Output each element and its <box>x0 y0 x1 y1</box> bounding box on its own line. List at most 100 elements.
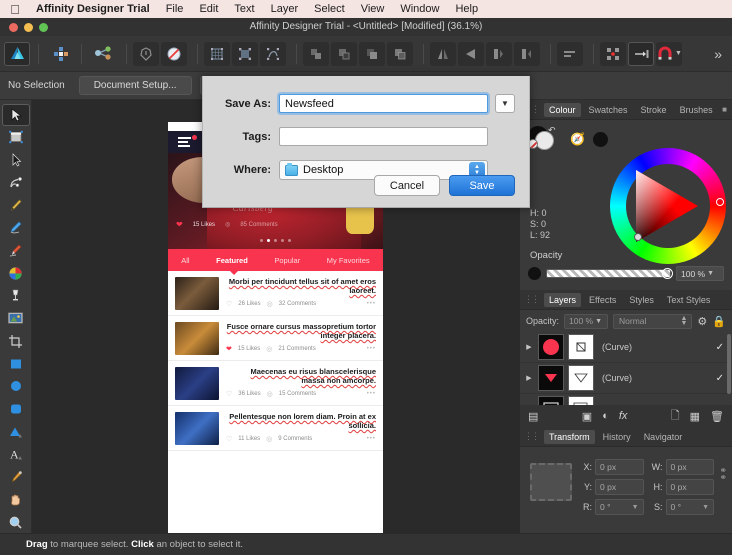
anchor-proxy-icon[interactable] <box>530 463 572 501</box>
fill-tool[interactable] <box>2 262 30 284</box>
save-as-input[interactable]: Newsfeed <box>279 94 488 113</box>
layer-list[interactable]: ▶ (Curve) ✓ ▶ (Curve) ✓ <box>520 332 732 405</box>
menu-item-view[interactable]: View <box>353 0 393 18</box>
toolbar-overflow-button[interactable]: » <box>708 46 728 62</box>
corner-tool[interactable] <box>2 172 30 194</box>
boolean-add[interactable] <box>303 41 329 66</box>
adjustment-layer-icon[interactable]: ▣ <box>582 410 592 423</box>
tab-colour[interactable]: Colour <box>544 102 581 117</box>
delete-layer-icon[interactable]: 🗑 <box>710 410 724 423</box>
menu-item-select[interactable]: Select <box>306 0 353 18</box>
save-button[interactable]: Save <box>449 175 515 196</box>
artboard-tool[interactable] <box>2 127 30 149</box>
fill-stroke-swatches[interactable]: ↶ <box>528 125 562 152</box>
affinity-persona-pixel[interactable] <box>47 42 73 66</box>
text-tool[interactable]: A <box>2 443 30 465</box>
panel-menu-icon[interactable]: ■ <box>722 105 727 114</box>
snapping-edge[interactable] <box>628 41 654 66</box>
list-item[interactable]: Morbi per tincidunt tellus sit of amet e… <box>168 271 383 316</box>
layer-visibility-checkbox[interactable]: ✓ <box>716 404 728 406</box>
expand-triangle-icon[interactable]: ▶ <box>524 343 534 351</box>
menu-item-app-name[interactable]: Affinity Designer Trial <box>28 0 158 18</box>
flip-vertical[interactable] <box>458 41 484 66</box>
pan-tool[interactable] <box>2 489 30 511</box>
rotate-left[interactable] <box>486 41 512 66</box>
duplicate-layer-icon[interactable]: ▦ <box>690 410 700 423</box>
tab-swatches[interactable]: Swatches <box>584 103 633 117</box>
panel-grip-icon[interactable]: ⋮⋮ <box>524 294 541 305</box>
place-image-tool[interactable] <box>2 308 30 330</box>
transform-s-input[interactable]: 0 ° ▼ <box>665 499 714 515</box>
menu-item-edit[interactable]: Edit <box>191 0 226 18</box>
new-document[interactable] <box>133 41 159 66</box>
affinity-persona-designer[interactable] <box>4 41 30 66</box>
tab-all[interactable]: All <box>181 256 189 265</box>
carousel-dots[interactable] <box>168 239 383 242</box>
tab-brushes[interactable]: Brushes <box>675 103 718 117</box>
show-bounds[interactable] <box>232 41 258 66</box>
tags-input[interactable] <box>279 127 488 146</box>
table-row[interactable]: ▶ (Curve) ✓ <box>520 363 732 394</box>
snapping-dropdown-caret[interactable]: ▼ <box>675 50 682 57</box>
save-as-dialog[interactable]: Save As: Newsfeed ▼ Tags: ▼ Where: Deskt… <box>202 76 530 208</box>
chevron-down-icon[interactable]: ▼ <box>632 504 639 511</box>
chevron-down-icon[interactable]: ▼ <box>707 270 714 277</box>
opacity-field[interactable]: 100 % ▼ <box>676 266 724 281</box>
boolean-divide[interactable] <box>387 41 413 66</box>
transform-x-input[interactable]: 0 px <box>595 459 644 475</box>
node-tool[interactable] <box>2 149 30 171</box>
minimize-button[interactable] <box>24 22 33 32</box>
cancel-button[interactable]: Cancel <box>374 175 440 196</box>
table-row[interactable]: ▶ (Curve) ✓ <box>520 394 732 405</box>
boolean-intersect[interactable] <box>359 41 385 66</box>
rectangle-tool[interactable] <box>2 353 30 375</box>
colour-picker-tool[interactable] <box>2 466 30 488</box>
transform-y-input[interactable]: 0 px <box>595 479 644 495</box>
list-item[interactable]: Maecenas eu risus blanscelerisque massa … <box>168 361 383 406</box>
crop-tool[interactable] <box>2 330 30 352</box>
colour-wheel[interactable] <box>610 148 726 264</box>
menu-item-text[interactable]: Text <box>226 0 262 18</box>
no-fill-button[interactable] <box>161 41 187 66</box>
post-more-icon[interactable]: ••• <box>367 346 376 352</box>
tab-popular[interactable]: Popular <box>274 256 300 265</box>
tab-effects[interactable]: Effects <box>584 293 621 307</box>
panel-grip-icon[interactable]: ⋮⋮ <box>524 431 541 442</box>
post-more-icon[interactable]: ••• <box>367 391 376 397</box>
layer-opacity-field[interactable]: 100 % ▼ <box>564 313 609 329</box>
zoom-button[interactable] <box>39 22 48 32</box>
table-row[interactable]: ▶ (Curve) ✓ <box>520 332 732 363</box>
chevron-down-icon[interactable]: ▼ <box>595 318 602 325</box>
close-button[interactable] <box>9 22 18 32</box>
expand-triangle-icon[interactable]: ▶ <box>524 374 534 382</box>
show-handles[interactable] <box>260 41 286 66</box>
flip-horizontal[interactable] <box>430 41 456 66</box>
menu-item-window[interactable]: Window <box>392 0 447 18</box>
list-item[interactable]: Pellentesque non lorem diam. Proin at ex… <box>168 406 383 451</box>
affinity-persona-export[interactable] <box>90 42 116 66</box>
layer-list-scrollbar[interactable] <box>727 334 731 394</box>
vector-brush-tool[interactable] <box>2 240 30 262</box>
triangle-tool[interactable] <box>2 421 30 443</box>
pen-tool[interactable] <box>2 195 30 217</box>
snapping-magnet[interactable]: ▼ <box>656 41 682 66</box>
link-ratio-icon[interactable]: ⚭ ⚭ <box>719 466 727 482</box>
hue-marker[interactable] <box>716 198 724 206</box>
blend-mode-select[interactable]: Normal ▲ ▼ <box>613 313 693 329</box>
fx-icon[interactable]: fx <box>619 410 628 422</box>
chevron-down-icon[interactable]: ▼ <box>702 504 709 511</box>
tab-transform[interactable]: Transform <box>544 429 595 444</box>
stepper-arrows-icon[interactable]: ▲ ▼ <box>680 315 687 327</box>
menu-item-file[interactable]: File <box>158 0 192 18</box>
rotate-right[interactable] <box>514 41 540 66</box>
zoom-tool[interactable] <box>2 511 30 533</box>
tab-my-favorites[interactable]: My Favorites <box>327 256 370 265</box>
menu-item-help[interactable]: Help <box>447 0 486 18</box>
tab-navigator[interactable]: Navigator <box>639 430 688 444</box>
hamburger-menu-icon[interactable] <box>178 137 191 147</box>
tab-layers[interactable]: Layers <box>544 292 582 307</box>
document-setup-button[interactable]: Document Setup... <box>78 76 192 95</box>
apple-logo-icon[interactable]:  <box>8 1 22 17</box>
tab-history[interactable]: History <box>598 430 636 444</box>
settings-gear-icon[interactable]: ⚙ <box>697 315 707 328</box>
